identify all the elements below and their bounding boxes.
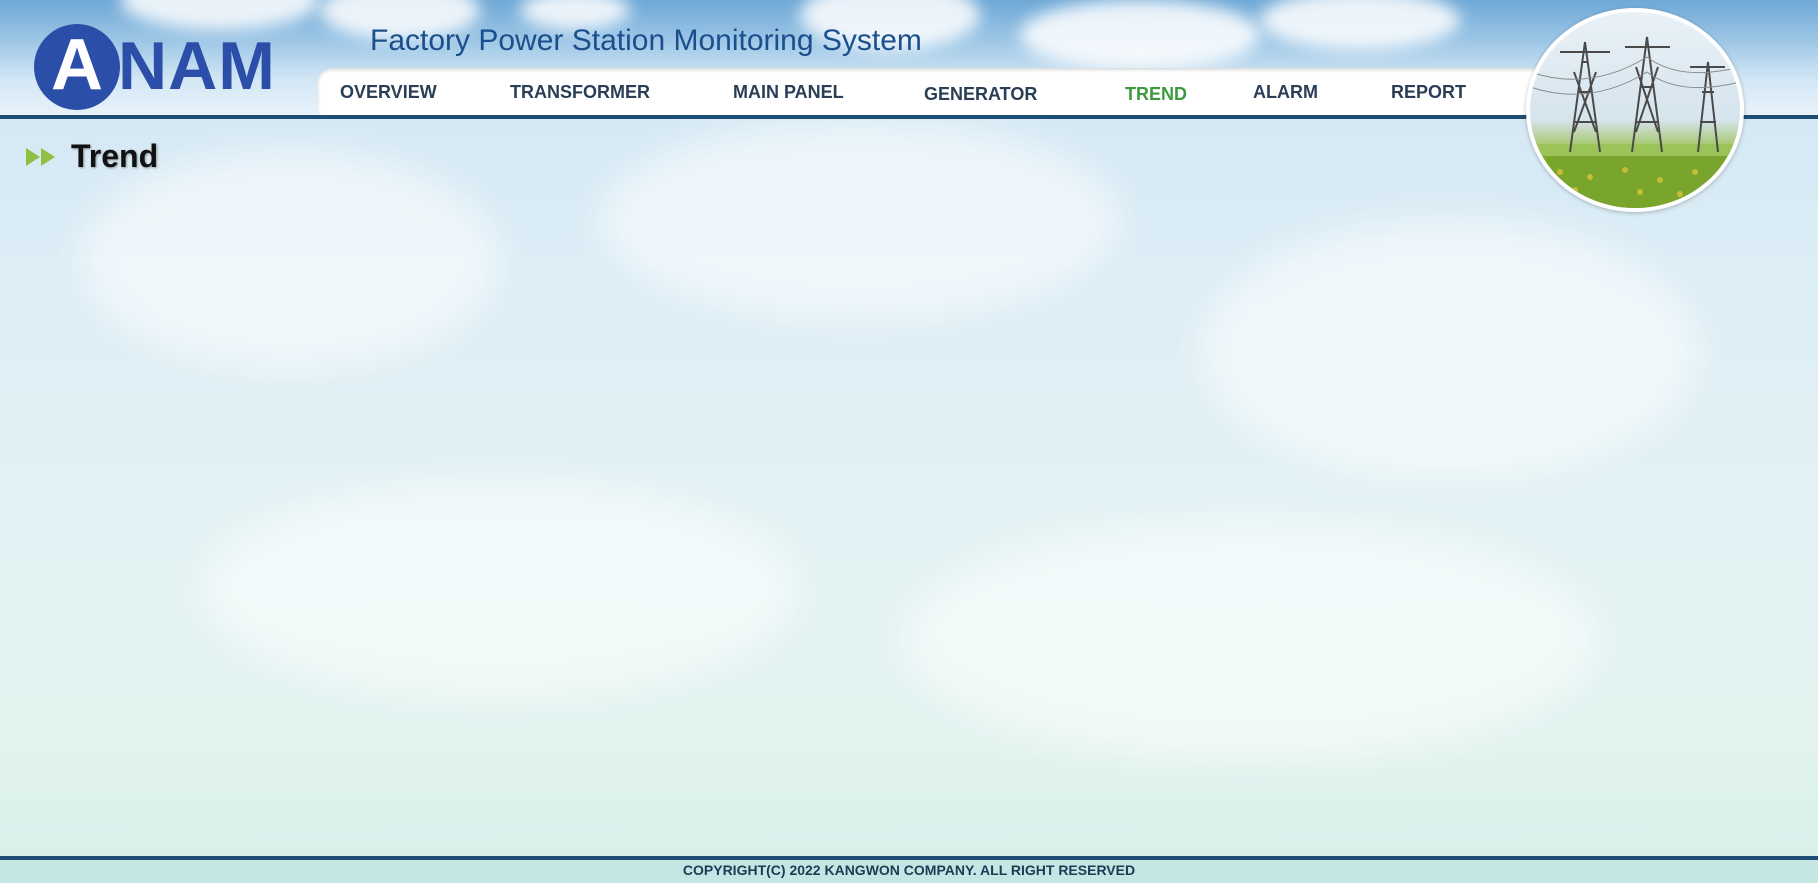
double-chevron-right-icon	[26, 148, 55, 166]
nav-report[interactable]: REPORT	[1391, 82, 1466, 103]
nav-generator[interactable]: GENERATOR	[924, 84, 1037, 105]
nav-alarm[interactable]: ALARM	[1253, 82, 1318, 103]
logo-letter-a: A	[51, 25, 103, 105]
logo-text: NAM	[118, 28, 276, 104]
nav-overview[interactable]: OVERVIEW	[340, 82, 437, 103]
company-logo: A NAM	[34, 22, 296, 110]
main-nav: OVERVIEW TRANSFORMER MAIN PANEL GENERATO…	[318, 68, 1548, 115]
nav-transformer[interactable]: TRANSFORMER	[510, 82, 650, 103]
power-tower-icon	[1530, 36, 1740, 208]
app-title: Factory Power Station Monitoring System	[370, 24, 922, 57]
nav-main-panel[interactable]: MAIN PANEL	[733, 82, 844, 103]
page-title: Trend	[71, 138, 159, 174]
nav-trend[interactable]: TREND	[1125, 84, 1187, 105]
footer: COPYRIGHT(C) 2022 KANGWON COMPANY. ALL R…	[0, 860, 1818, 883]
copyright-text: COPYRIGHT(C) 2022 KANGWON COMPANY. ALL R…	[682, 862, 1136, 878]
power-tower-image	[1526, 8, 1744, 212]
